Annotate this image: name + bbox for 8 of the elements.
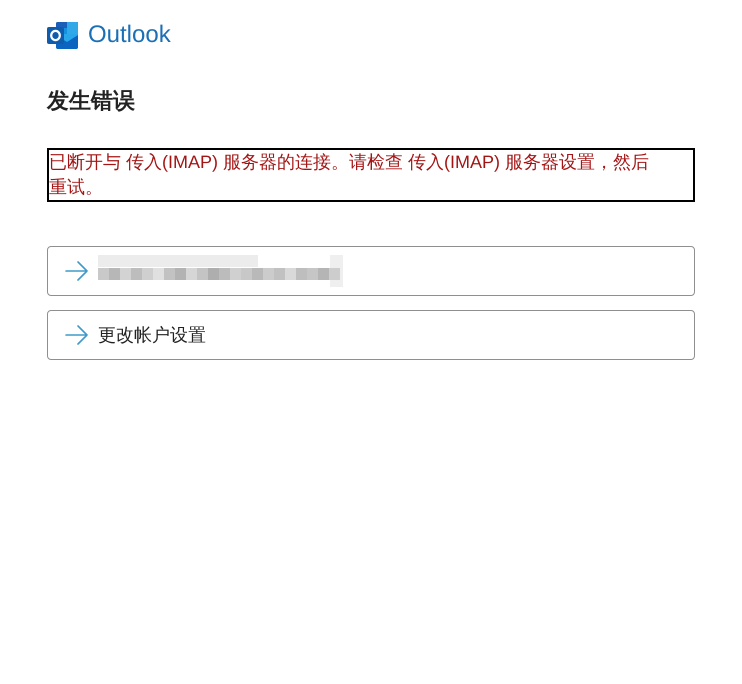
account-settings-button[interactable]: 更改帐户设置 [47,310,695,360]
arrow-right-icon [65,325,89,345]
envelope-logo-icon [47,22,78,48]
error-heading: 发生错误 [47,87,135,115]
arrow-right-icon [65,261,89,281]
error-message: 已断开与 传入(IMAP) 服务器的连接。请检查 传入(IMAP) 服务器设置，然后重试。 [47,148,695,202]
account-button[interactable] [47,246,695,296]
app-name: Outlook [88,20,171,50]
